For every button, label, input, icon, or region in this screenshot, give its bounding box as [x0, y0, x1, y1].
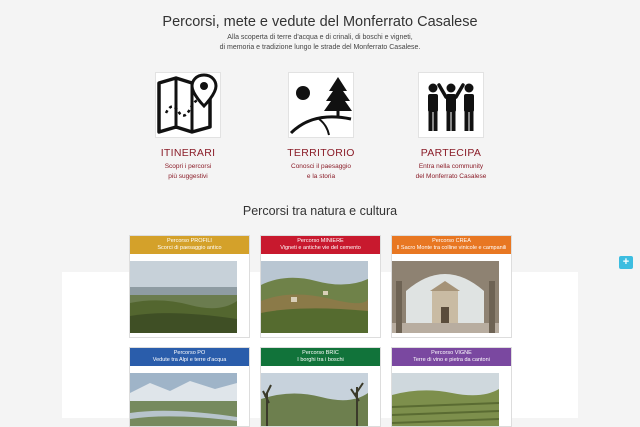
- feature-desc-line: del Monferrato Casalese: [415, 172, 487, 180]
- card-header[interactable]: Percorso PROFILI Scorci di paesaggio ant…: [130, 236, 249, 254]
- plus-button[interactable]: +: [619, 256, 633, 269]
- page-subtitle: Alla scoperta di terre d'acqua e di crin…: [0, 33, 640, 52]
- card-name: Percorso VIGNE: [431, 350, 472, 356]
- card-photo[interactable]: [392, 373, 500, 427]
- feature-itinerari[interactable]: ITINERARI Scopri i percorsi più suggesti…: [118, 72, 258, 181]
- card-description: Terre di vino e pietra da cantoni: [413, 357, 490, 363]
- card-header[interactable]: Percorso CREA Il Sacro Monte tra colline…: [392, 236, 511, 254]
- card-description: Scorci di paesaggio antico: [157, 245, 222, 251]
- card-name: Percorso PROFILI: [167, 238, 212, 244]
- feature-desc-line: Scopri i percorsi: [164, 163, 212, 170]
- card-description: Vedute tra Alpi e terre d'acqua: [152, 357, 227, 363]
- feature-title[interactable]: TERRITORIO: [251, 147, 391, 159]
- feature-territorio[interactable]: TERRITORIO Conosci il paesaggio e la sto…: [251, 72, 391, 181]
- feature-desc-line: Entra nella community: [418, 163, 484, 170]
- route-card-crea[interactable]: Percorso CREA Il Sacro Monte tra colline…: [391, 235, 512, 338]
- card-photo[interactable]: [392, 261, 499, 333]
- feature-partecipa[interactable]: PARTECIPA Entra nella community del Monf…: [381, 72, 521, 181]
- feature-description: Scopri i percorsi più suggestivi: [118, 162, 258, 181]
- people-icon[interactable]: [418, 72, 484, 138]
- card-header[interactable]: Percorso BRIC I borghi tra i boschi: [261, 348, 380, 366]
- card-header[interactable]: Percorso PO Vedute tra Alpi e terre d'ac…: [130, 348, 249, 366]
- map-pin-icon[interactable]: [155, 72, 221, 138]
- landscape-icon[interactable]: [288, 72, 354, 138]
- card-photo[interactable]: [130, 261, 237, 333]
- feature-title[interactable]: ITINERARI: [118, 147, 258, 159]
- feature-desc-line: e la storia: [306, 172, 336, 180]
- route-card-miniere[interactable]: Percorso MINIERE Vigneti e antiche vie d…: [260, 235, 381, 338]
- feature-description: Conosci il paesaggio e la storia: [251, 162, 391, 181]
- route-card-vigne[interactable]: Percorso VIGNE Terre di vino e pietra da…: [391, 347, 512, 427]
- route-card-po[interactable]: Percorso PO Vedute tra Alpi e terre d'ac…: [129, 347, 250, 427]
- card-description: Il Sacro Monte tra colline vinicole e ca…: [396, 245, 507, 251]
- card-name: Percorso MINIERE: [297, 238, 344, 244]
- page-title: Percorsi, mete e vedute del Monferrato C…: [162, 14, 478, 30]
- card-photo[interactable]: [261, 373, 368, 427]
- card-photo[interactable]: [130, 373, 237, 427]
- feature-desc-line: più suggestivi: [168, 172, 208, 180]
- card-photo[interactable]: [261, 261, 369, 333]
- card-header[interactable]: Percorso VIGNE Terre di vino e pietra da…: [392, 348, 511, 366]
- card-name: Percorso PO: [173, 350, 206, 356]
- feature-desc-line: Conosci il paesaggio: [291, 163, 351, 170]
- section-title: Percorsi tra natura e cultura: [242, 204, 398, 218]
- subtitle-line: di memoria e tradizione lungo le strade …: [219, 43, 421, 51]
- card-description: Vigneti e antiche vie del cemento: [280, 245, 361, 251]
- card-name: Percorso BRIC: [302, 350, 339, 356]
- card-description: I borghi tra i boschi: [297, 357, 344, 363]
- card-name: Percorso CREA: [432, 238, 471, 244]
- feature-title[interactable]: PARTECIPA: [381, 147, 521, 159]
- feature-description: Entra nella community del Monferrato Cas…: [381, 162, 521, 181]
- card-header[interactable]: Percorso MINIERE Vigneti e antiche vie d…: [261, 236, 380, 254]
- route-card-profili[interactable]: Percorso PROFILI Scorci di paesaggio ant…: [129, 235, 250, 338]
- route-card-bric[interactable]: Percorso BRIC I borghi tra i boschi: [260, 347, 381, 427]
- subtitle-line: Alla scoperta di terre d'acqua e di crin…: [227, 34, 413, 41]
